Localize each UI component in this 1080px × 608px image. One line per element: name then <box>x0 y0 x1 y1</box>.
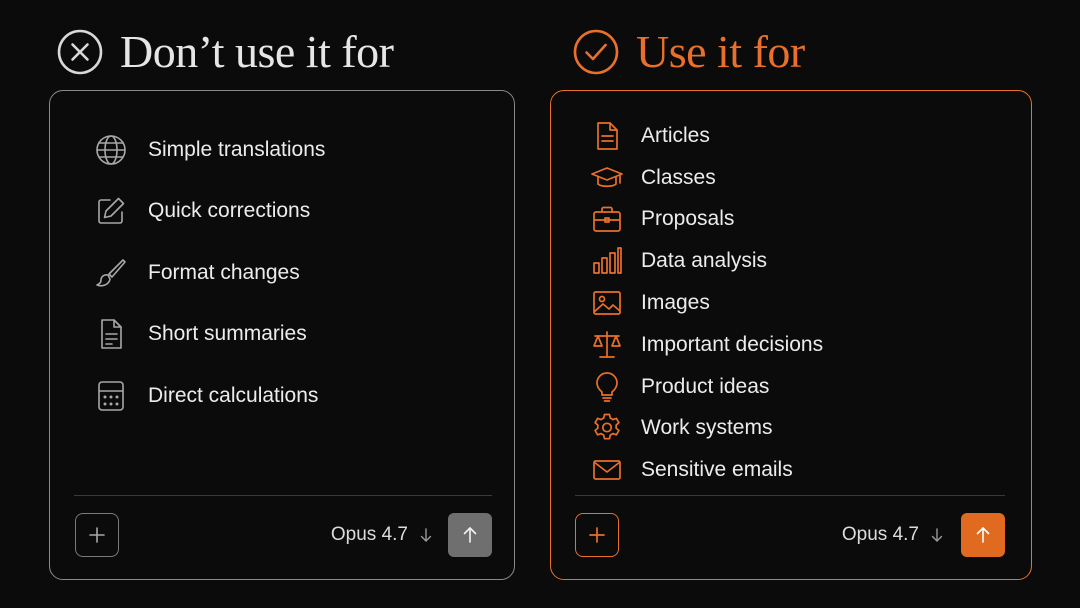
use-heading: Use it for <box>572 24 805 80</box>
list-item: Format changes <box>50 242 514 304</box>
list-item-label: Data analysis <box>641 249 768 273</box>
list-item-label: Product ideas <box>641 374 770 398</box>
list-item: Proposals <box>551 199 1031 241</box>
arrow-down-icon <box>931 528 943 542</box>
list-item: Important decisions <box>551 324 1031 366</box>
dont-use-card: Simple translations Quick corrections Fo… <box>49 90 515 580</box>
dont-use-title: Don’t use it for <box>120 26 394 77</box>
send-button[interactable] <box>448 513 492 557</box>
list-item-label: Direct calculations <box>148 383 319 407</box>
use-list: Articles Classes Proposals Data analysis… <box>551 115 1031 491</box>
list-item-label: Work systems <box>641 416 773 440</box>
list-item-label: Proposals <box>641 207 735 231</box>
list-item-label: Important decisions <box>641 332 824 356</box>
list-item: Simple translations <box>50 119 514 181</box>
use-card: Articles Classes Proposals Data analysis… <box>550 90 1032 580</box>
dont-use-list: Simple translations Quick corrections Fo… <box>50 119 514 427</box>
globe-icon <box>96 134 126 165</box>
arrow-up-icon <box>463 527 477 543</box>
x-circle-icon <box>57 29 103 75</box>
list-item-label: Articles <box>641 123 710 147</box>
composer-divider <box>575 495 1005 496</box>
list-item: Sensitive emails <box>551 449 1031 491</box>
brush-icon <box>96 258 126 287</box>
plus-icon <box>589 527 605 543</box>
list-item-label: Quick corrections <box>148 199 311 223</box>
list-item: Classes <box>551 157 1031 199</box>
model-label: Opus 4.7 <box>841 524 919 545</box>
model-selector[interactable]: Opus 4.7 <box>842 513 945 557</box>
briefcase-icon <box>593 207 621 233</box>
list-item: Direct calculations <box>50 365 514 427</box>
plus-icon <box>89 527 105 543</box>
calculator-icon <box>98 380 124 411</box>
list-item: Work systems <box>551 408 1031 450</box>
model-label: Opus 4.7 <box>330 524 408 545</box>
composer-divider <box>74 495 492 496</box>
list-item: Product ideas <box>551 366 1031 408</box>
list-item-label: Short summaries <box>148 322 307 346</box>
list-item-label: Sensitive emails <box>641 458 793 482</box>
use-title: Use it for <box>636 26 805 77</box>
dont-use-heading: Don’t use it for <box>56 24 394 80</box>
comparison-slide: Don’t use it for Use it for Simple trans… <box>0 0 1080 608</box>
edit-icon <box>98 197 125 225</box>
image-icon <box>593 291 621 315</box>
arrow-up-icon <box>976 527 990 543</box>
list-item: Quick corrections <box>50 181 514 243</box>
add-button[interactable] <box>75 513 119 557</box>
send-button[interactable] <box>961 513 1005 557</box>
lightbulb-icon <box>596 371 618 402</box>
list-item: Data analysis <box>551 240 1031 282</box>
document-icon <box>597 122 618 150</box>
list-item: Short summaries <box>50 304 514 366</box>
gear-icon <box>594 414 620 441</box>
list-item-label: Classes <box>641 165 716 189</box>
graduation-cap-icon <box>591 166 623 187</box>
bar-chart-icon <box>593 247 622 275</box>
model-selector[interactable]: Opus 4.7 <box>331 513 434 557</box>
list-item-label: Images <box>641 291 710 315</box>
list-item: Images <box>551 282 1031 324</box>
list-item-label: Format changes <box>148 260 300 284</box>
list-item-label: Simple translations <box>148 137 326 161</box>
check-circle-icon <box>573 29 619 75</box>
scale-icon <box>593 331 621 358</box>
add-button[interactable] <box>575 513 619 557</box>
arrow-down-icon <box>420 528 432 542</box>
list-item: Articles <box>551 115 1031 157</box>
document-icon <box>101 319 122 350</box>
mail-icon <box>593 460 621 481</box>
